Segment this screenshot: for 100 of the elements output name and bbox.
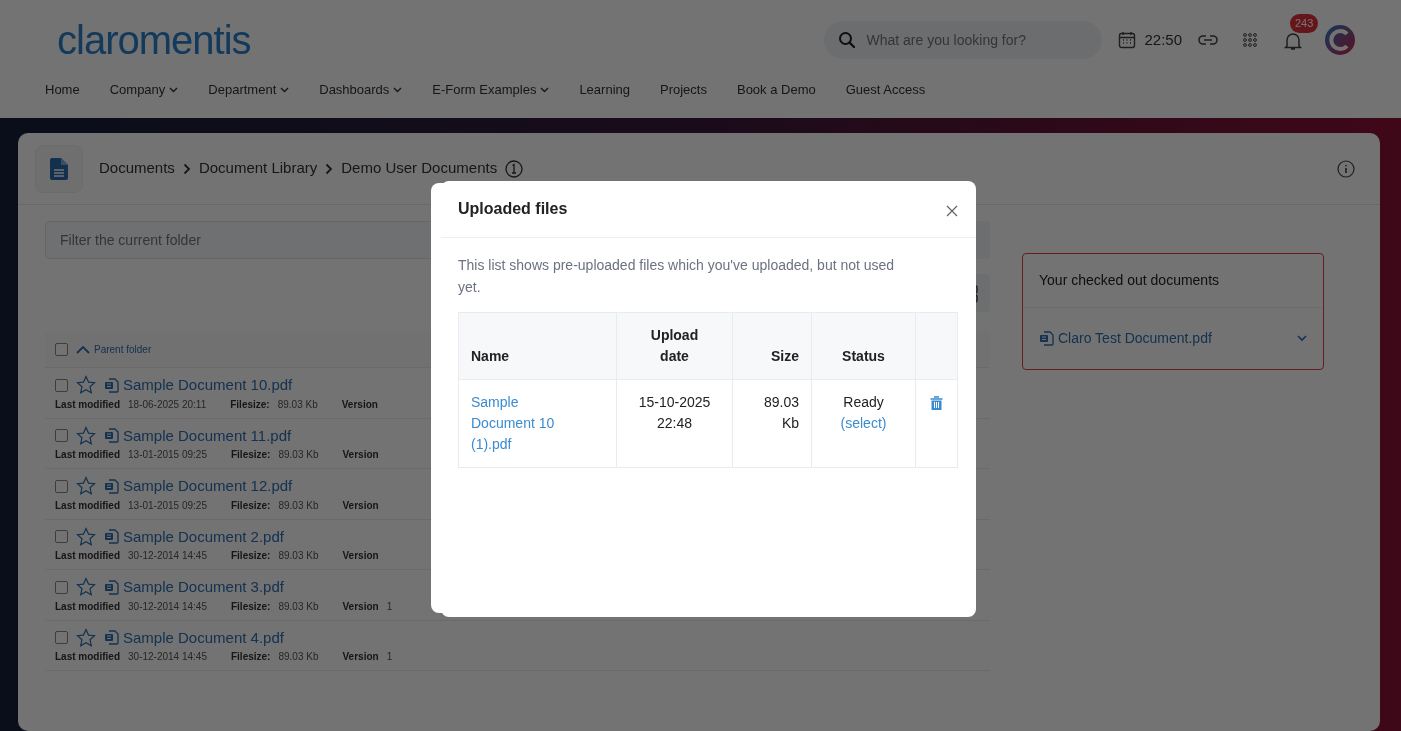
- document-link[interactable]: Sample Document 10.pdf: [104, 374, 293, 397]
- meta-label: Last modified: [55, 549, 120, 563]
- nav-link-item[interactable]: Projects: [660, 80, 707, 100]
- calendar-icon[interactable]: [1118, 31, 1137, 49]
- chevron-right-icon: [182, 162, 191, 175]
- document-link[interactable]: Claro Test Document.pdf: [1039, 328, 1212, 349]
- file-icon: [104, 630, 119, 646]
- checkbox[interactable]: [55, 580, 68, 594]
- meta-value: 89.03 Kb: [278, 599, 319, 614]
- meta-label: Filesize:: [231, 498, 271, 513]
- trash-icon[interactable]: [930, 396, 943, 412]
- meta-label: Version: [342, 448, 379, 462]
- chevron-down-icon[interactable]: [1297, 335, 1307, 342]
- nav-link-item[interactable]: Guest Access: [845, 80, 926, 100]
- apps-grid-icon[interactable]: [1242, 32, 1258, 48]
- meta-value: 89.03 Kb: [278, 498, 319, 513]
- meta-value: 13-01-2015 09:25: [128, 498, 207, 513]
- file-icon: [104, 428, 119, 444]
- meta-label: Version: [342, 650, 379, 664]
- notification-badge: 243: [1290, 14, 1319, 33]
- star-icon[interactable]: [76, 375, 96, 396]
- nav-link-item[interactable]: Home: [45, 80, 80, 100]
- chevron-right-icon: [325, 162, 334, 175]
- parent-folder-link[interactable]: Parent folder: [76, 342, 152, 357]
- search-icon: [838, 31, 857, 49]
- star-icon[interactable]: [76, 577, 96, 598]
- link-icon[interactable]: [1198, 34, 1218, 46]
- file-icon: [104, 579, 119, 595]
- file-icon: [104, 478, 119, 494]
- meta-label: Last modified: [55, 448, 120, 462]
- meta-value: 89.03 Kb: [278, 650, 319, 664]
- meta-value: 1: [386, 650, 393, 664]
- column-header: Upload date: [616, 312, 733, 380]
- document-link[interactable]: Sample Document 4.pdf: [104, 626, 284, 649]
- meta-value: 30-12-2014 14:45: [128, 549, 207, 563]
- meta-value: 1: [386, 599, 393, 614]
- meta-value: 30-12-2014 14:45: [128, 599, 207, 614]
- star-icon[interactable]: [76, 425, 96, 446]
- bell-icon[interactable]: [1284, 30, 1302, 51]
- breadcrumb-item[interactable]: Documents: [99, 157, 175, 180]
- breadcrumb-item[interactable]: Document Library: [198, 157, 318, 180]
- meta-label: Version: [342, 599, 379, 614]
- star-icon[interactable]: [76, 476, 96, 497]
- meta-label: Version: [342, 549, 379, 563]
- clock-time: 22:50: [1144, 29, 1182, 50]
- meta-label: Filesize:: [230, 397, 270, 412]
- search-bar[interactable]: What are you looking for?: [824, 21, 1103, 59]
- checkbox[interactable]: [55, 378, 68, 392]
- star-icon[interactable]: [76, 526, 96, 547]
- meta-label: Filesize:: [231, 650, 271, 664]
- nav-link-item[interactable]: Department: [208, 80, 290, 100]
- document-link[interactable]: Sample Document 11.pdf: [104, 424, 292, 447]
- dialog-description: This list shows pre-uploaded files which you've uploaded, but not used yet.: [458, 256, 896, 297]
- column-header: Name: [458, 312, 617, 380]
- checkbox[interactable]: [55, 631, 68, 645]
- status-text: Ready: [842, 393, 885, 413]
- file-icon: [104, 377, 119, 393]
- column-header: Size: [732, 312, 812, 380]
- avatar-icon[interactable]: [1324, 24, 1356, 56]
- search-field[interactable]: What are you looking for?: [864, 28, 1085, 52]
- meta-label: Last modified: [55, 599, 120, 614]
- nav-link-item[interactable]: Dashboards: [319, 80, 403, 100]
- document-link[interactable]: Sample Document 12.pdf: [104, 475, 293, 498]
- meta-label: Last modified: [55, 498, 120, 513]
- logo[interactable]: claromentis: [57, 10, 251, 70]
- checkbox[interactable]: [55, 343, 68, 356]
- meta-label: Filesize:: [231, 549, 271, 563]
- column-header: Status: [811, 312, 916, 380]
- checkbox[interactable]: [55, 429, 68, 443]
- meta-label: Last modified: [55, 397, 120, 412]
- meta-value: 89.03 Kb: [278, 448, 319, 462]
- meta-label: Filesize:: [231, 448, 271, 462]
- meta-value: 13-01-2015 09:25: [128, 448, 207, 462]
- nav-link-item[interactable]: E-Form Examples: [432, 80, 550, 100]
- select-link[interactable]: (select): [840, 415, 887, 432]
- table-cell: 89.03 Kb: [732, 379, 812, 468]
- meta-value: 89.03 Kb: [277, 397, 318, 412]
- nav-link-item[interactable]: Learning: [579, 80, 630, 100]
- checkbox[interactable]: [55, 530, 68, 544]
- document-link[interactable]: Sample Document 2.pdf: [104, 525, 284, 548]
- file-icon: [104, 529, 119, 545]
- dialog-title: Uploaded files: [458, 199, 568, 219]
- info-icon[interactable]: [505, 159, 524, 178]
- nav-link-item[interactable]: Company: [109, 80, 179, 100]
- document-link[interactable]: Sample Document 3.pdf: [104, 576, 284, 599]
- meta-label: Version: [341, 397, 378, 412]
- panel-title: Your checked out documents: [1023, 254, 1323, 308]
- meta-label: Version: [342, 498, 379, 513]
- meta-value: 30-12-2014 14:45: [128, 650, 207, 664]
- checkbox[interactable]: [55, 479, 68, 493]
- meta-value: 89.03 Kb: [278, 549, 319, 563]
- star-icon[interactable]: [76, 627, 96, 648]
- table-cell: 15-10-2025 22:48: [616, 379, 733, 468]
- meta-value: 18-06-2025 20:11: [128, 397, 207, 412]
- info-icon[interactable]: [1337, 159, 1355, 178]
- meta-label: Filesize:: [231, 599, 271, 614]
- file-icon: [1039, 331, 1054, 346]
- document-icon: [35, 144, 83, 193]
- nav-link-item[interactable]: Book a Demo: [736, 80, 816, 100]
- meta-label: Last modified: [55, 650, 120, 664]
